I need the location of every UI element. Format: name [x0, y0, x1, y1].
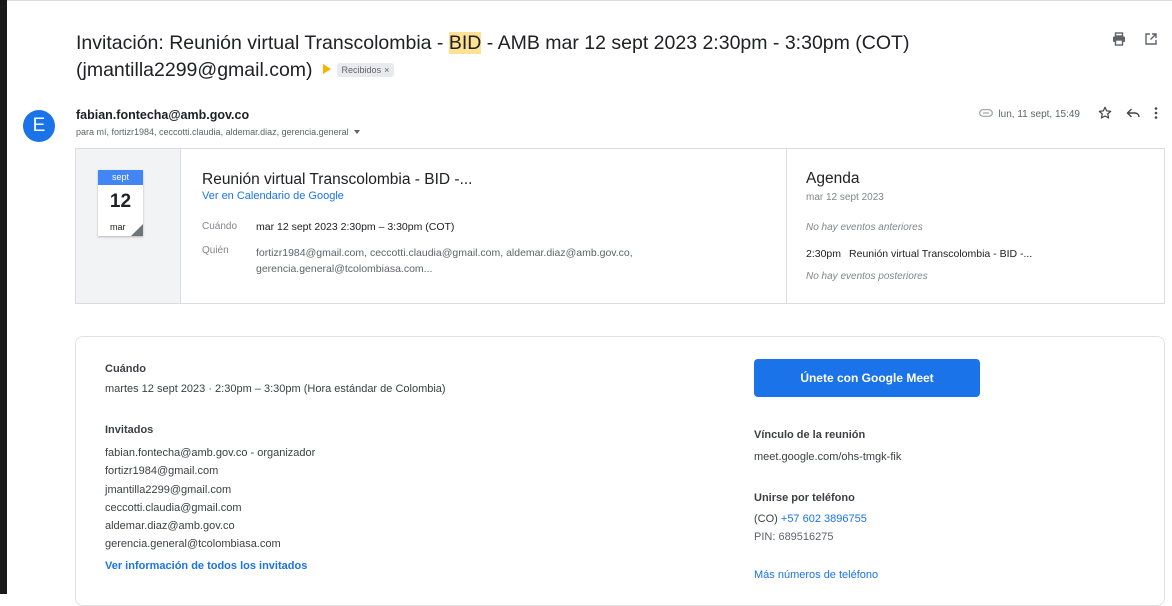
inbox-label-text: Recibidos	[341, 65, 382, 75]
guest-item: fabian.fontecha@amb.gov.co - organizador	[105, 447, 316, 459]
phone-line: (CO) +57 602 3896755	[754, 513, 867, 525]
view-all-guests-link[interactable]: Ver información de todos los invitados	[105, 560, 307, 572]
calendar-page-fold	[131, 224, 143, 236]
sender-avatar[interactable]: E	[23, 110, 55, 142]
top-divider	[7, 0, 1172, 1]
guest-item: gerencia.general@tcolombiasa.com	[105, 538, 281, 551]
event-who-label: Quién	[202, 245, 229, 256]
agenda-no-events-before: No hay eventos anteriores	[806, 222, 923, 233]
guest-item: ceccotti.claudia@gmail.com	[105, 501, 242, 514]
event-who-value: fortizr1984@gmail.com, ceccotti.claudia@…	[256, 247, 633, 275]
guest-item: jmantilla2299@gmail.com	[105, 483, 232, 496]
agenda-event-title: Reunión virtual Transcolombia - BID -...	[849, 248, 1033, 260]
email-subject: Invitación: Reunión virtual Transcolombi…	[76, 30, 1086, 84]
agenda-event-time: 2:30pm	[806, 248, 842, 260]
importance-marker-icon[interactable]	[322, 64, 331, 74]
sender-email[interactable]: fabian.fontecha@amb.gov.co	[76, 108, 249, 122]
meeting-link-url[interactable]: meet.google.com/ohs-tmgk-fik	[754, 451, 901, 463]
event-when-label: Cuándo	[202, 221, 238, 232]
more-options-icon[interactable]	[1154, 106, 1158, 123]
subject-text-after: - AMB mar 12 sept 2023 2:30pm - 3:30pm (…	[481, 32, 910, 54]
agenda-date: mar 12 sept 2023	[806, 192, 884, 203]
phone-country: (CO)	[754, 513, 778, 525]
guest-item: aldemar.diaz@amb.gov.co	[105, 520, 235, 533]
subject-highlight: BID	[448, 32, 482, 54]
guests-label: Invitados	[105, 424, 154, 436]
message-meta: lun, 11 sept, 15:49	[979, 106, 1158, 123]
details-when-value: martes 12 sept 2023 · 2:30pm – 3:30pm (H…	[105, 383, 446, 395]
subject-text-before: Invitación: Reunión virtual Transcolombi…	[76, 32, 449, 54]
guest-item: fortizr1984@gmail.com	[105, 465, 219, 478]
agenda-no-events-after: No hay eventos posteriores	[806, 271, 928, 282]
print-icon[interactable]	[1112, 32, 1126, 46]
remove-label-icon[interactable]: ×	[384, 65, 389, 75]
recipients-line[interactable]: para mí, fortizr1984, ceccotti.claudia, …	[76, 127, 360, 137]
event-title: Reunión virtual Transcolombia - BID -...	[202, 171, 473, 188]
subject-line-2: (jmantilla2299@gmail.com)	[76, 59, 313, 81]
agenda-title: Agenda	[806, 170, 860, 187]
meeting-link-label: Vínculo de la reunión	[754, 429, 866, 441]
subject-actions	[1112, 32, 1158, 46]
calendar-date-icon: sept 12 mar	[98, 170, 143, 236]
phone-pin: PIN: 689516275	[754, 531, 834, 543]
phone-join-label: Unirse por teléfono	[754, 492, 855, 504]
details-when-label: Cuándo	[105, 363, 146, 375]
calendar-day: 12	[109, 191, 132, 212]
message-date: lun, 11 sept, 15:49	[998, 109, 1080, 120]
inbox-label-chip[interactable]: Recibidos ×	[336, 63, 395, 77]
join-google-meet-button[interactable]: Únete con Google Meet	[754, 359, 980, 397]
window-edge	[0, 0, 7, 594]
agenda-panel: Agenda mar 12 sept 2023 No hay eventos a…	[786, 149, 1165, 303]
calendar-invite-card: sept 12 mar Reunión virtual Transcolombi…	[75, 148, 1165, 304]
recipients-dropdown-icon[interactable]	[353, 130, 360, 134]
reply-icon[interactable]	[1126, 107, 1140, 122]
attachment-icon	[979, 109, 994, 120]
phone-number-link[interactable]: +57 602 3896755	[781, 513, 867, 525]
recipients-text: para mí, fortizr1984, ceccotti.claudia, …	[76, 127, 349, 137]
star-icon[interactable]	[1098, 106, 1112, 123]
calendar-date-column: sept 12 mar	[76, 149, 181, 303]
guest-list: fabian.fontecha@amb.gov.co - organizador…	[105, 444, 315, 554]
event-details-panel: Cuándo martes 12 sept 2023 · 2:30pm – 3:…	[75, 336, 1165, 606]
event-when-value: mar 12 sept 2023 2:30pm – 3:30pm (COT)	[256, 221, 455, 233]
calendar-month-head: sept	[98, 170, 143, 185]
calendar-weekday: mar	[110, 222, 126, 232]
view-in-calendar-link[interactable]: Ver en Calendario de Google	[202, 190, 344, 202]
open-in-new-window-icon[interactable]	[1144, 32, 1158, 46]
more-phone-numbers-link[interactable]: Más números de teléfono	[754, 569, 878, 581]
agenda-event[interactable]: 2:30pm Reunión virtual Transcolombia - BI…	[806, 248, 1032, 260]
